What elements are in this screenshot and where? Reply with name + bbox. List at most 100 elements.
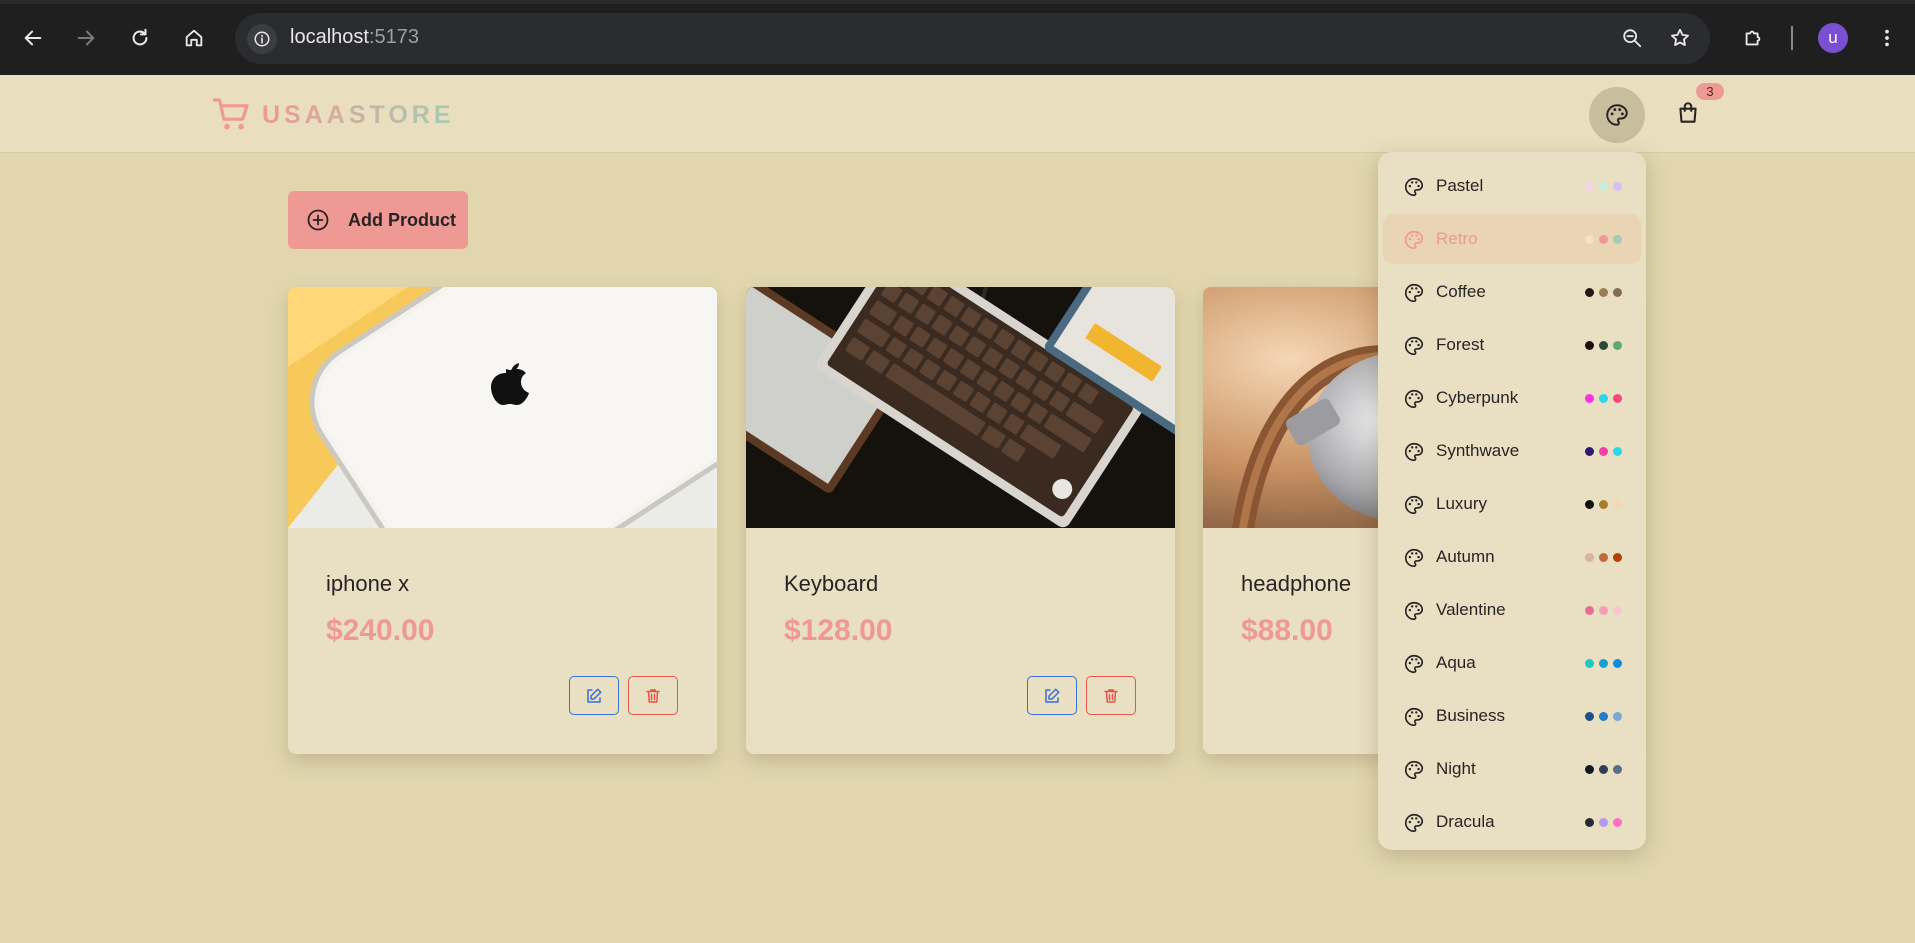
home-button[interactable]: [175, 19, 213, 57]
theme-color-swatches: [1585, 712, 1622, 721]
theme-color-swatches: [1585, 235, 1622, 244]
theme-option-autumn[interactable]: Autumn: [1383, 532, 1641, 582]
zoom-button[interactable]: [1613, 19, 1651, 57]
theme-name: Autumn: [1436, 547, 1495, 566]
reload-icon: [132, 28, 148, 46]
toolbar-divider: [1791, 26, 1793, 50]
theme-name: Aqua: [1436, 653, 1476, 672]
puzzle-icon: [1745, 30, 1761, 46]
color-swatch: [1599, 235, 1608, 244]
theme-option-pastel[interactable]: Pastel: [1383, 161, 1641, 211]
theme-color-swatches: [1585, 553, 1622, 562]
palette-icon: [1403, 600, 1425, 627]
theme-option-valentine[interactable]: Valentine: [1383, 585, 1641, 635]
theme-dropdown: Pastel Retro Coffee Forest Cyberpunk Synthwav…: [1378, 152, 1646, 850]
theme-color-swatches: [1585, 182, 1622, 191]
color-swatch: [1585, 447, 1594, 456]
shopping-cart-icon: [212, 98, 249, 130]
color-swatch: [1613, 500, 1622, 509]
product-price: $240.00: [326, 614, 435, 647]
add-product-button[interactable]: Add Product: [288, 191, 468, 249]
theme-option-coffee[interactable]: Coffee: [1383, 267, 1641, 317]
color-swatch: [1585, 235, 1594, 244]
product-price: $128.00: [784, 614, 893, 647]
delete-button[interactable]: [628, 676, 678, 715]
color-swatch: [1599, 553, 1608, 562]
palette-icon: [1606, 104, 1628, 126]
bookmark-button[interactable]: [1661, 19, 1699, 57]
theme-option-business[interactable]: Business: [1383, 691, 1641, 741]
color-swatch: [1585, 394, 1594, 403]
color-swatch: [1613, 659, 1622, 668]
color-swatch: [1613, 182, 1622, 191]
tab-strip-edge: [0, 0, 1915, 4]
theme-name: Cyberpunk: [1436, 388, 1519, 407]
edit-button[interactable]: [1027, 676, 1077, 715]
color-swatch: [1599, 447, 1608, 456]
theme-name: Business: [1436, 706, 1505, 725]
color-swatch: [1585, 712, 1594, 721]
theme-option-aqua[interactable]: Aqua: [1383, 638, 1641, 688]
add-product-label: Add Product: [348, 209, 456, 230]
profile-avatar[interactable]: u: [1818, 23, 1848, 53]
theme-option-dracula[interactable]: Dracula: [1383, 797, 1641, 847]
reload-button[interactable]: [121, 19, 159, 57]
color-swatch: [1585, 553, 1594, 562]
theme-option-retro[interactable]: Retro: [1383, 214, 1641, 264]
color-swatch: [1599, 659, 1608, 668]
theme-color-swatches: [1585, 447, 1622, 456]
kebab-menu-icon: [1885, 29, 1889, 47]
palette-icon: [1403, 335, 1425, 362]
store-logo[interactable]: USAASTORE: [212, 95, 455, 135]
product-card[interactable]: Keyboard $128.00: [746, 287, 1175, 754]
color-swatch: [1613, 606, 1622, 615]
extensions-button[interactable]: [1734, 19, 1772, 57]
color-swatch: [1599, 500, 1608, 509]
color-swatch: [1613, 447, 1622, 456]
theme-color-swatches: [1585, 288, 1622, 297]
theme-color-swatches: [1585, 500, 1622, 509]
palette-icon: [1403, 494, 1425, 521]
palette-icon: [1403, 282, 1425, 309]
star-icon: [1671, 28, 1689, 46]
edit-icon: [1045, 688, 1060, 703]
address-bar[interactable]: localhost:5173: [235, 13, 1710, 64]
delete-button[interactable]: [1086, 676, 1136, 715]
product-image: [288, 287, 717, 528]
url-host: localhost: [290, 26, 369, 48]
home-icon: [185, 29, 203, 47]
palette-icon: [1403, 176, 1425, 203]
edit-button[interactable]: [569, 676, 619, 715]
theme-name: Dracula: [1436, 812, 1495, 831]
theme-option-night[interactable]: Night: [1383, 744, 1641, 794]
product-price: $88.00: [1241, 614, 1333, 647]
product-card[interactable]: iphone x $240.00: [288, 287, 717, 754]
browser-menu-button[interactable]: [1868, 19, 1906, 57]
theme-option-cyberpunk[interactable]: Cyberpunk: [1383, 373, 1641, 423]
theme-name: Coffee: [1436, 282, 1486, 301]
palette-icon: [1403, 388, 1425, 415]
color-swatch: [1585, 765, 1594, 774]
forward-button[interactable]: [67, 19, 105, 57]
theme-option-forest[interactable]: Forest: [1383, 320, 1641, 370]
palette-icon: [1403, 706, 1425, 733]
theme-option-luxury[interactable]: Luxury: [1383, 479, 1641, 529]
browser-toolbar: localhost:5173 u: [0, 0, 1915, 75]
color-swatch: [1599, 712, 1608, 721]
color-swatch: [1613, 712, 1622, 721]
theme-color-swatches: [1585, 659, 1622, 668]
back-button[interactable]: [14, 19, 52, 57]
trash-icon: [646, 688, 660, 703]
color-swatch: [1613, 341, 1622, 350]
store-navbar: USAASTORE 3: [0, 75, 1915, 153]
color-swatch: [1585, 341, 1594, 350]
theme-color-swatches: [1585, 341, 1622, 350]
shopping-bag-icon: [1679, 102, 1697, 123]
logo-text: USAASTORE: [262, 100, 455, 129]
cart-button[interactable]: [1670, 95, 1706, 131]
url-text[interactable]: localhost:5173: [290, 26, 419, 49]
site-info-icon[interactable]: [247, 24, 277, 54]
theme-option-synthwave[interactable]: Synthwave: [1383, 426, 1641, 476]
theme-toggle-button[interactable]: [1589, 87, 1645, 143]
color-swatch: [1599, 182, 1608, 191]
